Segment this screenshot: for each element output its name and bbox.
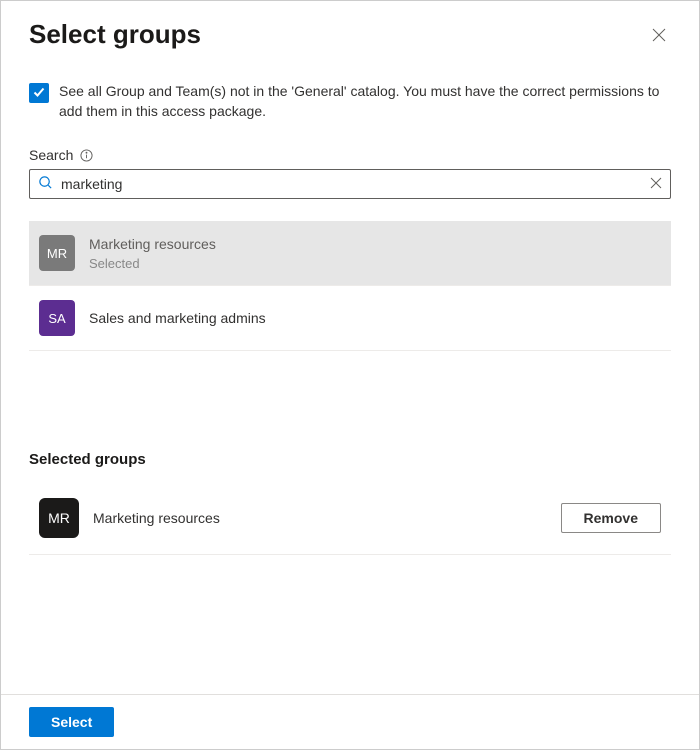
group-name: Marketing resources	[89, 236, 216, 252]
close-button[interactable]	[647, 23, 671, 47]
close-icon	[651, 27, 667, 43]
selected-group-row: MR Marketing resources Remove	[29, 486, 671, 555]
see-all-checkbox[interactable]	[29, 83, 49, 103]
panel-footer: Select	[1, 694, 699, 749]
group-result-row[interactable]: SA Sales and marketing admins	[29, 286, 671, 351]
select-groups-panel: Select groups See all Group and Team(s) …	[0, 0, 700, 750]
selected-groups-heading: Selected groups	[29, 451, 671, 468]
page-title: Select groups	[29, 19, 201, 50]
search-icon	[38, 175, 53, 193]
group-result-text: Sales and marketing admins	[89, 310, 266, 326]
selected-group-name: Marketing resources	[93, 510, 547, 526]
see-all-checkbox-row: See all Group and Team(s) not in the 'Ge…	[29, 82, 671, 121]
group-result-text: Marketing resources Selected	[89, 236, 216, 271]
group-subtitle: Selected	[89, 256, 216, 271]
search-box[interactable]	[29, 169, 671, 199]
group-avatar: MR	[39, 235, 75, 271]
panel-header: Select groups	[29, 19, 671, 50]
search-input[interactable]	[61, 176, 642, 192]
group-result-row[interactable]: MR Marketing resources Selected	[29, 221, 671, 286]
panel-body: Select groups See all Group and Team(s) …	[1, 1, 699, 694]
select-button[interactable]: Select	[29, 707, 114, 737]
group-name: Sales and marketing admins	[89, 310, 266, 326]
clear-search-icon[interactable]	[650, 176, 662, 192]
see-all-checkbox-label: See all Group and Team(s) not in the 'Ge…	[59, 82, 671, 121]
search-label-row: Search	[29, 147, 671, 163]
group-avatar: MR	[39, 498, 79, 538]
checkmark-icon	[32, 85, 46, 102]
search-label: Search	[29, 147, 73, 163]
group-avatar: SA	[39, 300, 75, 336]
info-icon[interactable]	[79, 148, 93, 162]
remove-button[interactable]: Remove	[561, 503, 661, 533]
